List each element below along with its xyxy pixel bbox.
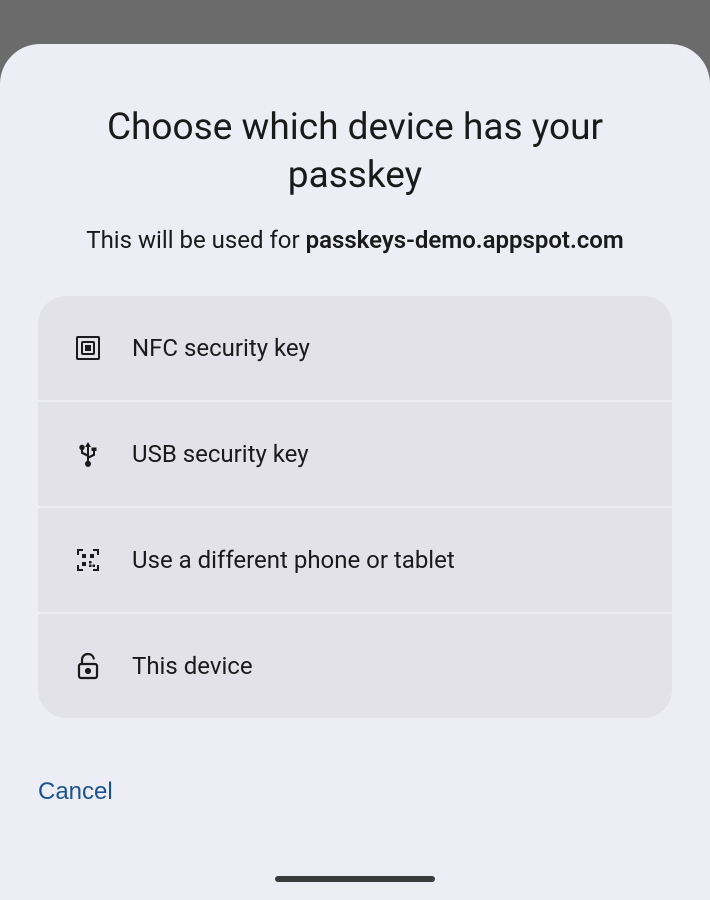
option-label: This device (132, 652, 253, 680)
subtitle-prefix: This will be used for (86, 226, 305, 254)
option-usb-security-key[interactable]: USB security key (38, 402, 672, 508)
option-nfc-security-key[interactable]: NFC security key (38, 296, 672, 402)
option-this-device[interactable]: This device (38, 614, 672, 718)
option-label: USB security key (132, 440, 309, 468)
option-label: NFC security key (132, 334, 310, 362)
cancel-button[interactable]: Cancel (38, 766, 113, 818)
option-label: Use a different phone or tablet (132, 546, 455, 574)
qr-icon (74, 546, 102, 574)
option-different-phone-tablet[interactable]: Use a different phone or tablet (38, 508, 672, 614)
sheet-subtitle: This will be used for passkeys-demo.apps… (38, 226, 672, 254)
passkey-device-sheet: Choose which device has your passkey Thi… (0, 44, 710, 900)
usb-icon (74, 440, 102, 468)
sheet-title: Choose which device has your passkey (38, 104, 672, 200)
device-options-list: NFC security key USB security key (38, 296, 672, 718)
home-indicator[interactable] (275, 876, 435, 882)
nfc-icon (74, 334, 102, 362)
subtitle-domain: passkeys-demo.appspot.com (306, 226, 624, 254)
lock-open-icon (74, 652, 102, 680)
